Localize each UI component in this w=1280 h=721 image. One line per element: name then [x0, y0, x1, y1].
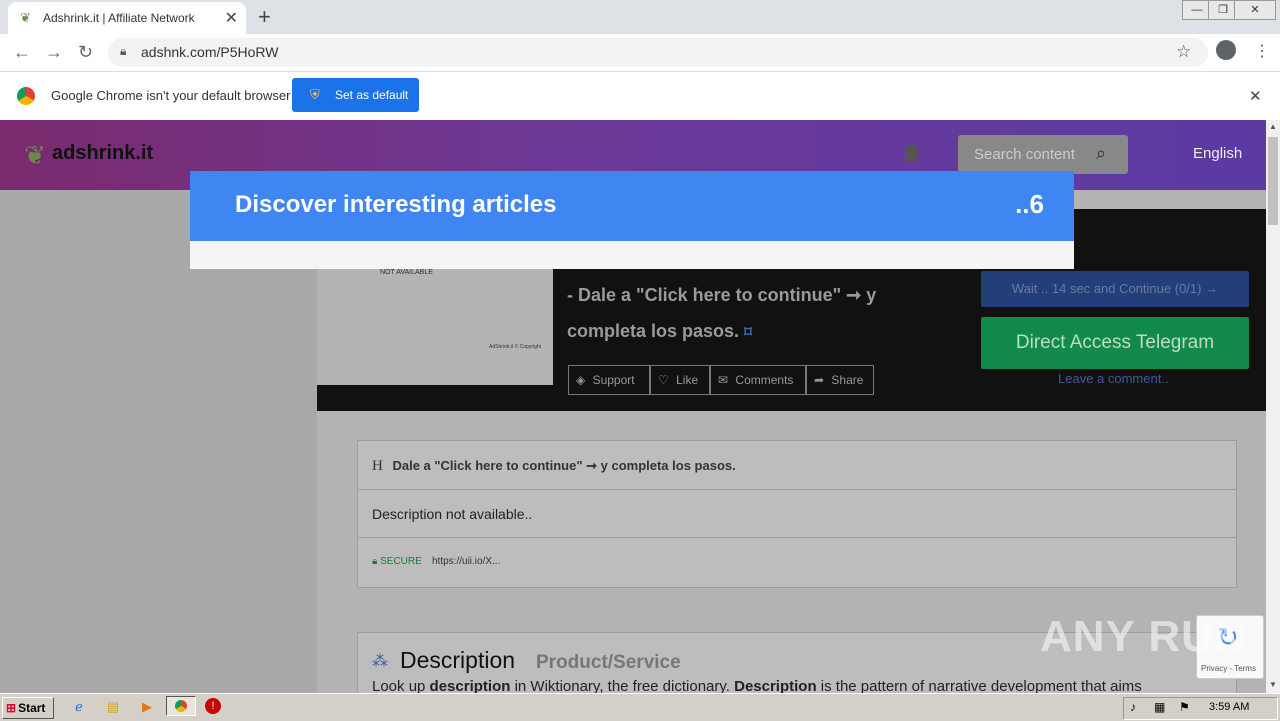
star-icon[interactable]: ☆ [1176, 42, 1191, 62]
windows-logo-icon: ⊞ [6, 701, 17, 715]
shield-icon: ⛨ [310, 87, 320, 102]
start-button[interactable]: ⊞ Start [2, 697, 54, 719]
set-default-button[interactable]: ⛨ Set as default [292, 78, 419, 112]
page-scrollbar[interactable]: ▲ ▼ [1266, 120, 1280, 693]
like-button[interactable]: ♡ Like [650, 365, 710, 395]
articles-modal: Discover interesting articles ..6 [190, 171, 1074, 269]
leave-comment-link[interactable]: Leave a comment.. [1058, 371, 1169, 386]
lock-icon: 🔒︎ [372, 556, 378, 567]
stop-icon[interactable]: ! [205, 698, 221, 714]
set-default-label: Set as default [335, 88, 409, 102]
infobar-close-icon[interactable]: ✕ [1249, 87, 1262, 105]
bookmark-icon[interactable] [905, 145, 917, 161]
scroll-thumb[interactable] [1268, 137, 1278, 225]
description-title: Description [400, 647, 516, 673]
wait-continue-button[interactable]: Wait .. 14 sec and Continue (0/1) → [981, 271, 1249, 307]
info-card: H Dale a "Click here to continue" ➞ y co… [357, 440, 1237, 588]
logo-bird-icon: ❦ [24, 140, 46, 170]
scroll-down-icon[interactable]: ▼ [1269, 680, 1277, 689]
forward-icon[interactable]: → [45, 42, 63, 63]
infobar-message: Google Chrome isn't your default browser [51, 88, 291, 103]
system-tray: ♪ ▦ ⚑ 3:59 AM [1123, 697, 1278, 720]
comments-button[interactable]: ✉ Comments [710, 365, 806, 395]
ie-icon[interactable]: ℯ [70, 698, 88, 716]
recaptcha-links[interactable]: Privacy - Terms [1201, 664, 1256, 673]
modal-title: Discover interesting articles [235, 191, 557, 218]
modal-countdown: ..6 [1015, 189, 1044, 219]
media-player-icon[interactable]: ▶ [138, 698, 156, 716]
share-button[interactable]: ➦ Share [806, 365, 874, 395]
language-selector[interactable]: English [1193, 145, 1242, 162]
network-icon[interactable]: ▦ [1154, 700, 1165, 714]
new-tab-button[interactable]: + [258, 4, 271, 30]
hero-title: - Dale a "Click here to continue" ➞ y co… [567, 277, 947, 351]
chrome-logo-icon [17, 87, 35, 105]
clock: 3:59 AM [1209, 701, 1250, 713]
default-browser-infobar: Google Chrome isn't your default browser… [0, 72, 1280, 121]
scroll-up-icon[interactable]: ▲ [1269, 122, 1277, 131]
search-placeholder: Search content [974, 146, 1075, 163]
explorer-icon[interactable]: ▤ [104, 698, 122, 716]
telegram-button[interactable]: Direct Access Telegram [981, 317, 1249, 369]
modal-header: Discover interesting articles ..6 [190, 171, 1074, 241]
flag-icon[interactable]: ⚑ [1179, 700, 1190, 714]
profile-icon[interactable] [1216, 40, 1236, 60]
favicon-icon: ❦ [20, 10, 31, 25]
volume-icon[interactable]: ♪ [1130, 700, 1136, 714]
tab-close-icon[interactable]: ✕ [225, 8, 238, 28]
hero-title-line1: - Dale a "Click here to continue" ➞ y [567, 285, 877, 305]
card-title: H Dale a "Click here to continue" ➞ y co… [372, 458, 736, 474]
card-divider [358, 537, 1236, 538]
address-bar[interactable]: 🔒︎ adshnk.com/P5HoRW ☆ [108, 38, 1208, 67]
search-icon[interactable]: ⌕ [1096, 143, 1106, 164]
heading-icon: H [372, 458, 383, 474]
site-logo[interactable]: adshrink.it [52, 142, 153, 165]
tab-title: Adshrink.it | Affiliate Network [43, 11, 195, 25]
heart-icon: ♡ [658, 373, 669, 387]
description-subtitle: Product/Service [536, 652, 681, 673]
chrome-taskbar-icon[interactable] [166, 696, 196, 716]
diamond-icon: ◈ [576, 373, 586, 387]
menu-icon[interactable]: ⋮ [1254, 41, 1270, 61]
reload-icon[interactable]: ↻ [78, 42, 93, 63]
close-window-button[interactable]: ✕ [1234, 0, 1276, 20]
support-button[interactable]: ◈ Support [568, 365, 650, 395]
card-divider [358, 489, 1236, 490]
copyright-label: AdShrink.it © Copyright [489, 344, 542, 350]
description-text: Look up description in Wiktionary, the f… [372, 678, 1142, 693]
share-icon: ➦ [814, 373, 825, 387]
hero-title-line2: completa los pasos. ⌑ [567, 321, 752, 341]
back-icon[interactable]: ← [13, 42, 31, 63]
not-available-label: NOT AVAILABLE [380, 269, 433, 276]
tab-strip: ❦ Adshrink.it | Affiliate Network ✕ + — … [0, 0, 1280, 34]
description-icon: ⁂ [372, 653, 388, 670]
arrow-right-icon: → [1205, 281, 1219, 296]
browser-toolbar: ← → ↻ 🔒︎ adshnk.com/P5HoRW ☆ ⋮ [0, 34, 1280, 72]
comments-icon: ✉ [718, 373, 729, 387]
card-description: Description not available.. [372, 506, 533, 522]
secure-badge: 🔒︎ SECURE [372, 556, 422, 567]
browser-tab[interactable]: ❦ Adshrink.it | Affiliate Network ✕ [8, 2, 246, 34]
anyrun-watermark: ANY RUN [1040, 612, 1247, 661]
destination-url[interactable]: https://uii.io/X... [432, 556, 500, 567]
search-input[interactable]: Search content ⌕ [958, 135, 1128, 174]
lock-icon: 🔒︎ [120, 44, 127, 58]
bookmark-outline-icon[interactable]: ⌑ [744, 324, 752, 341]
windows-taskbar: ⊞ Start ℯ ▤ ▶ ! ♪ ▦ ⚑ 3:59 AM [0, 693, 1280, 721]
url-text[interactable]: adshnk.com/P5HoRW [141, 44, 278, 60]
